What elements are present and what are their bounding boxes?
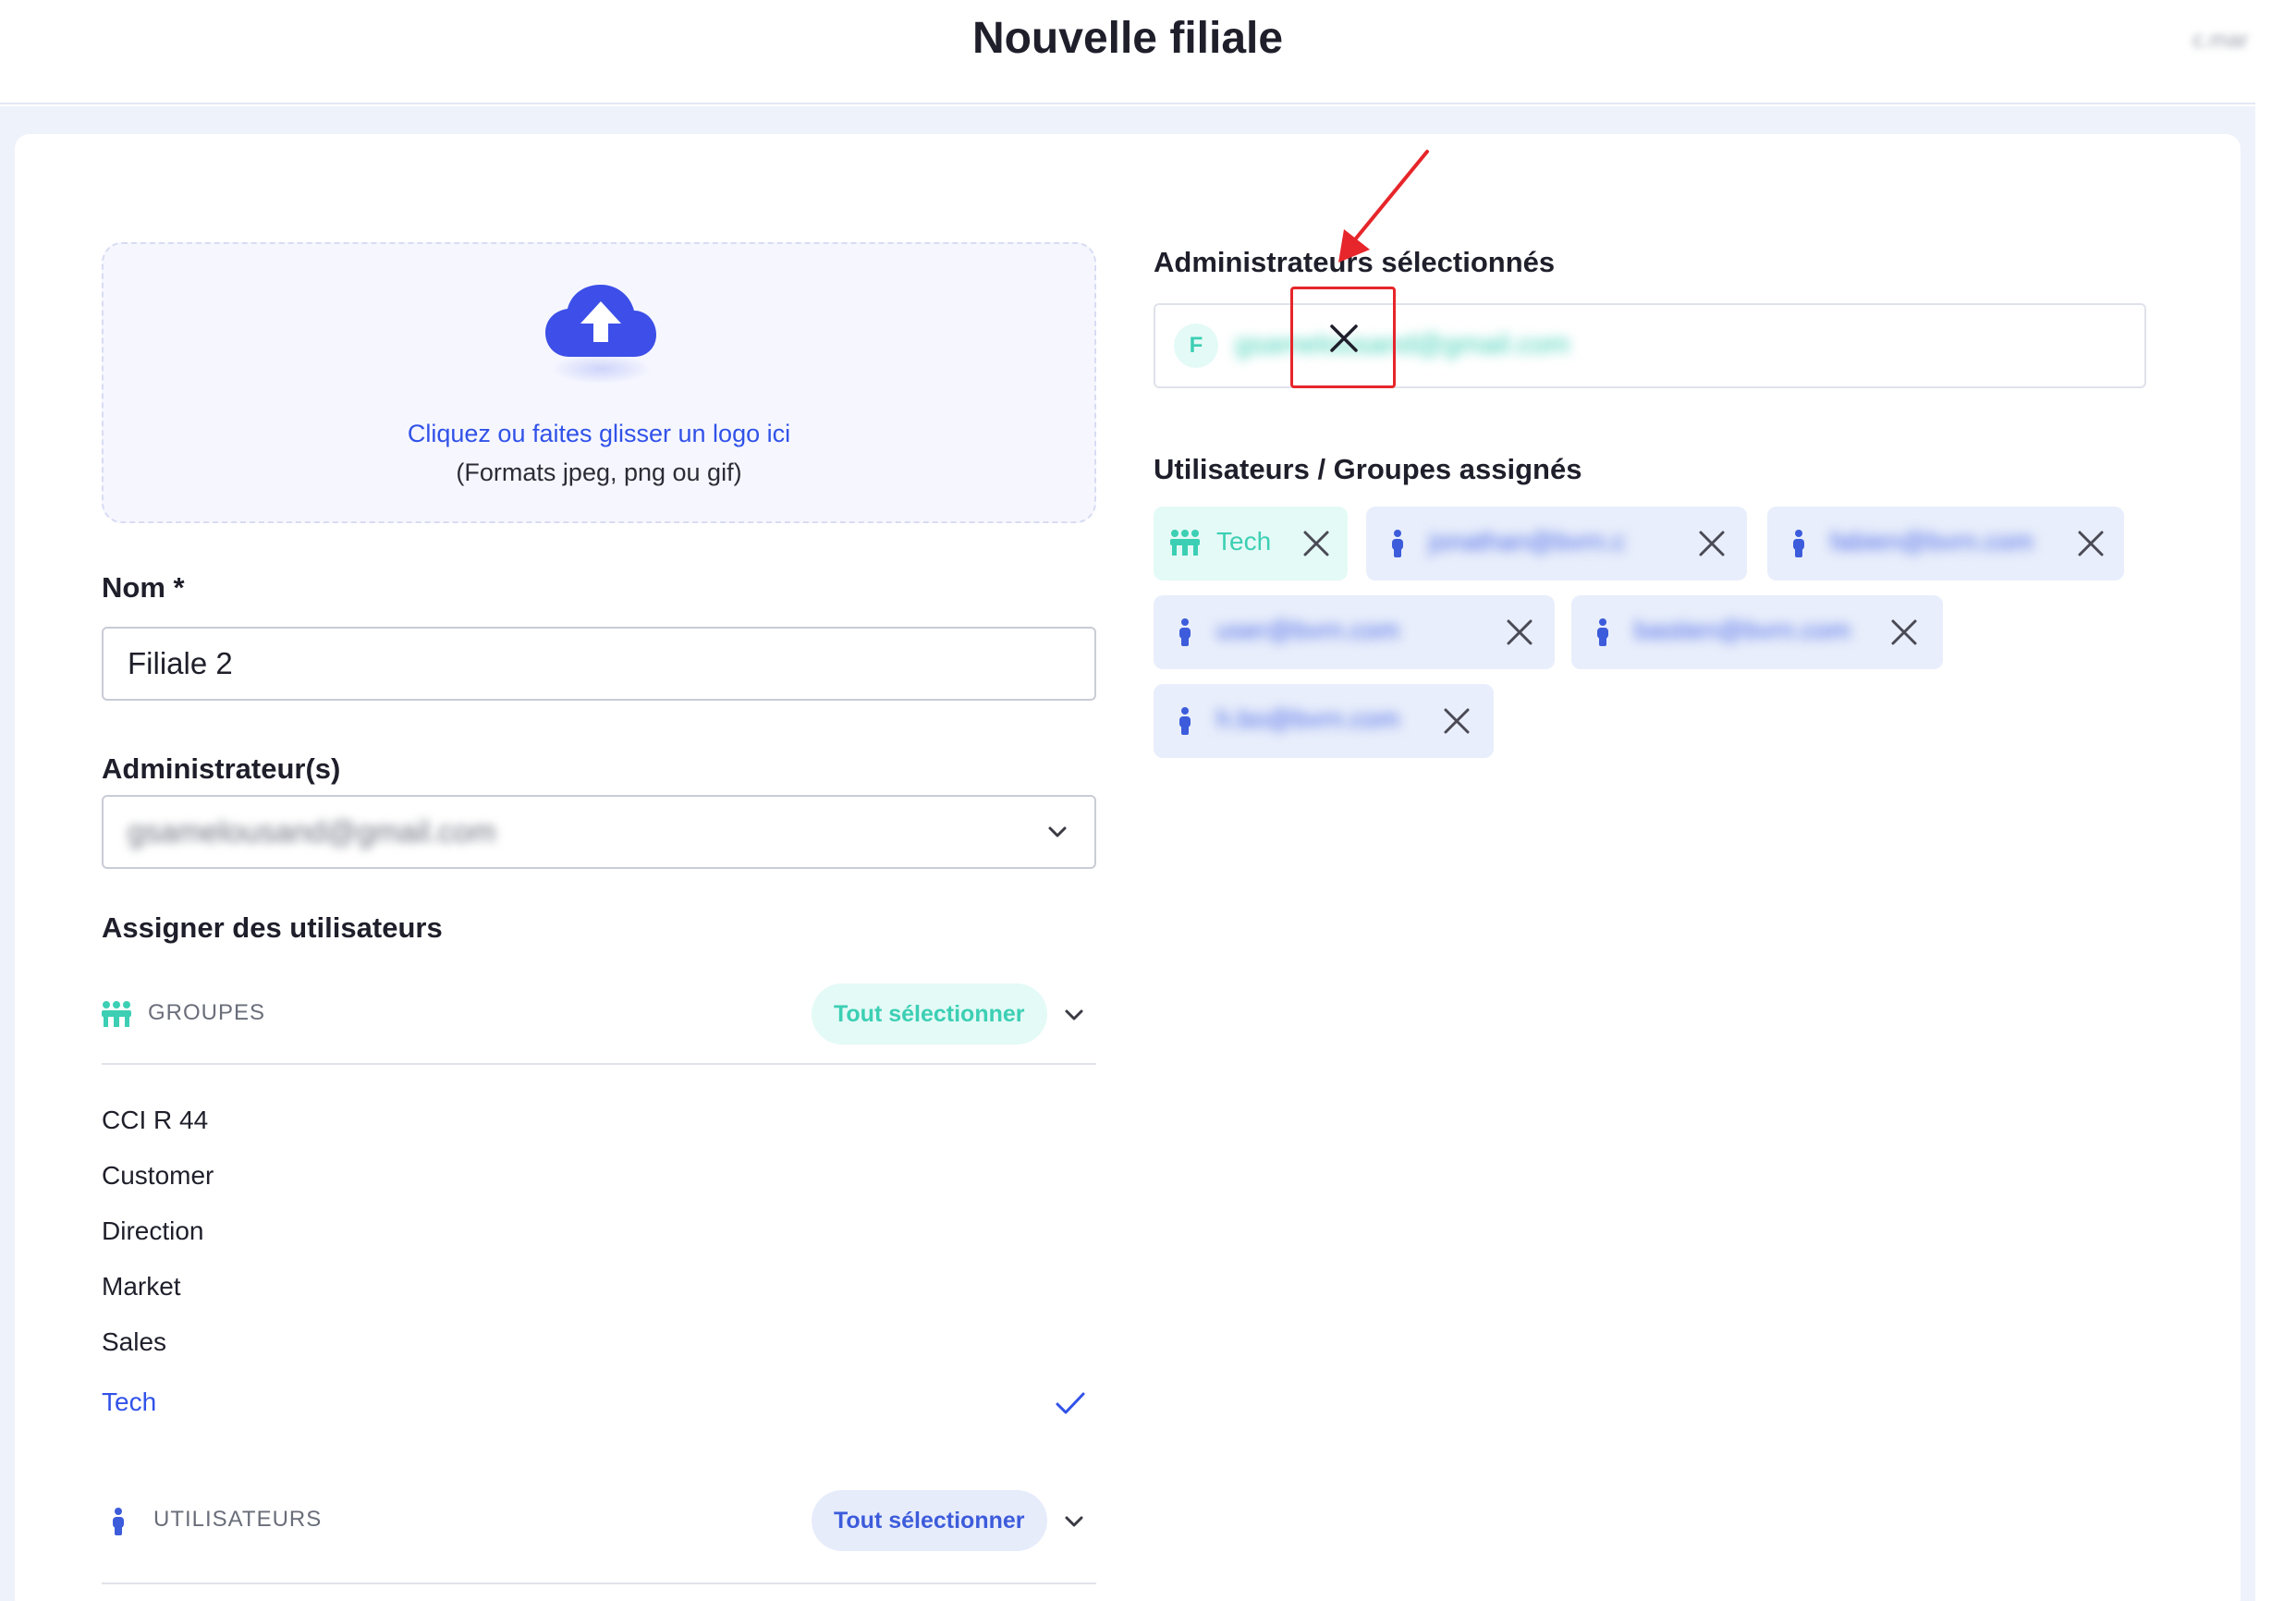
chip-label: jonathan@bvrn.c bbox=[1429, 527, 1626, 556]
user-icon bbox=[1392, 530, 1403, 557]
chip-label: bastien@bvrn.com bbox=[1634, 616, 1850, 644]
chip-label: user@bvrn.com bbox=[1216, 616, 1400, 644]
users-section-header: UTILISATEURS Tout sélectionner bbox=[102, 1490, 1096, 1555]
assigned-chip-user: h.bo@bvrn.com bbox=[1154, 684, 1494, 758]
group-item-selected[interactable]: Tech bbox=[102, 1387, 156, 1417]
chip-label: Tech bbox=[1216, 527, 1272, 556]
users-chevron-down-icon[interactable] bbox=[1061, 1509, 1087, 1534]
assigned-chip-user: user@bvrn.com bbox=[1154, 595, 1555, 669]
group-icon bbox=[1170, 530, 1200, 556]
users-select-all-button[interactable]: Tout sélectionner bbox=[812, 1490, 1047, 1551]
admins-label: Administrateur(s) bbox=[102, 752, 341, 785]
assigned-chip-user: jonathan@bvrn.c bbox=[1366, 507, 1747, 581]
close-icon[interactable] bbox=[1505, 617, 1534, 647]
group-item[interactable]: Sales bbox=[102, 1327, 166, 1357]
groups-divider bbox=[102, 1063, 1096, 1065]
user-icon bbox=[113, 1508, 124, 1535]
assigned-chip-group: Tech bbox=[1154, 507, 1348, 581]
cloud-upload-icon bbox=[545, 285, 656, 357]
assigned-chip-user: bastien@bvrn.com bbox=[1571, 595, 1943, 669]
users-divider bbox=[102, 1583, 1096, 1584]
group-item[interactable]: Customer bbox=[102, 1161, 214, 1191]
dropzone-formats-text: (Formats jpeg, png ou gif) bbox=[456, 458, 742, 486]
groups-select-all-button[interactable]: Tout sélectionner bbox=[812, 984, 1047, 1045]
close-icon[interactable] bbox=[2076, 529, 2106, 558]
chip-label: h.bo@bvrn.com bbox=[1216, 704, 1400, 733]
close-icon[interactable] bbox=[1697, 529, 1727, 558]
user-icon bbox=[1597, 618, 1608, 646]
groups-chevron-down-icon[interactable] bbox=[1061, 1002, 1087, 1028]
group-item[interactable]: CCI R 44 bbox=[102, 1106, 208, 1135]
remove-admin-button[interactable] bbox=[1290, 287, 1396, 388]
groups-section-header: GROUPES Tout sélectionner bbox=[102, 984, 1096, 1048]
admins-select[interactable]: gsamelousand@gmail.com bbox=[102, 795, 1096, 869]
close-icon[interactable] bbox=[1301, 529, 1331, 558]
user-name[interactable]: c.mar bbox=[2192, 28, 2248, 54]
name-input[interactable]: Filiale 2 bbox=[102, 627, 1096, 701]
check-icon bbox=[1056, 1392, 1085, 1414]
page-header: Nouvelle filiale c.mar bbox=[0, 0, 2255, 104]
name-label: Nom * bbox=[102, 571, 185, 604]
close-icon bbox=[1330, 324, 1358, 352]
users-label: UTILISATEURS bbox=[153, 1507, 323, 1532]
group-item[interactable]: Market bbox=[102, 1272, 181, 1302]
user-icon bbox=[1179, 618, 1191, 646]
user-icon bbox=[1793, 530, 1804, 557]
groups-label: GROUPES bbox=[148, 1000, 266, 1025]
assigned-chip-user: fabien@bvrn.com bbox=[1767, 507, 2124, 581]
close-icon[interactable] bbox=[1442, 706, 1472, 736]
annotation-arrow-icon bbox=[1338, 150, 1429, 263]
chip-label: fabien@bvrn.com bbox=[1830, 527, 2033, 556]
logo-dropzone[interactable]: Cliquez ou faites glisser un logo ici (F… bbox=[102, 242, 1096, 523]
admin-email: gsamelousand@gmail.com bbox=[1235, 329, 1570, 360]
assign-users-label: Assigner des utilisateurs bbox=[102, 911, 443, 944]
chevron-down-icon bbox=[1048, 826, 1067, 837]
assigned-label: Utilisateurs / Groupes assignés bbox=[1154, 453, 1582, 485]
admins-select-value: gsamelousand@gmail.com bbox=[128, 814, 496, 849]
group-icon bbox=[102, 1001, 131, 1027]
dropzone-main-text: Cliquez ou faites glisser un logo ici bbox=[407, 420, 791, 447]
user-icon bbox=[1179, 707, 1191, 735]
page-title: Nouvelle filiale bbox=[971, 14, 1284, 63]
group-item[interactable]: Direction bbox=[102, 1216, 203, 1246]
close-icon[interactable] bbox=[1889, 617, 1919, 647]
admin-avatar: F bbox=[1174, 324, 1218, 368]
